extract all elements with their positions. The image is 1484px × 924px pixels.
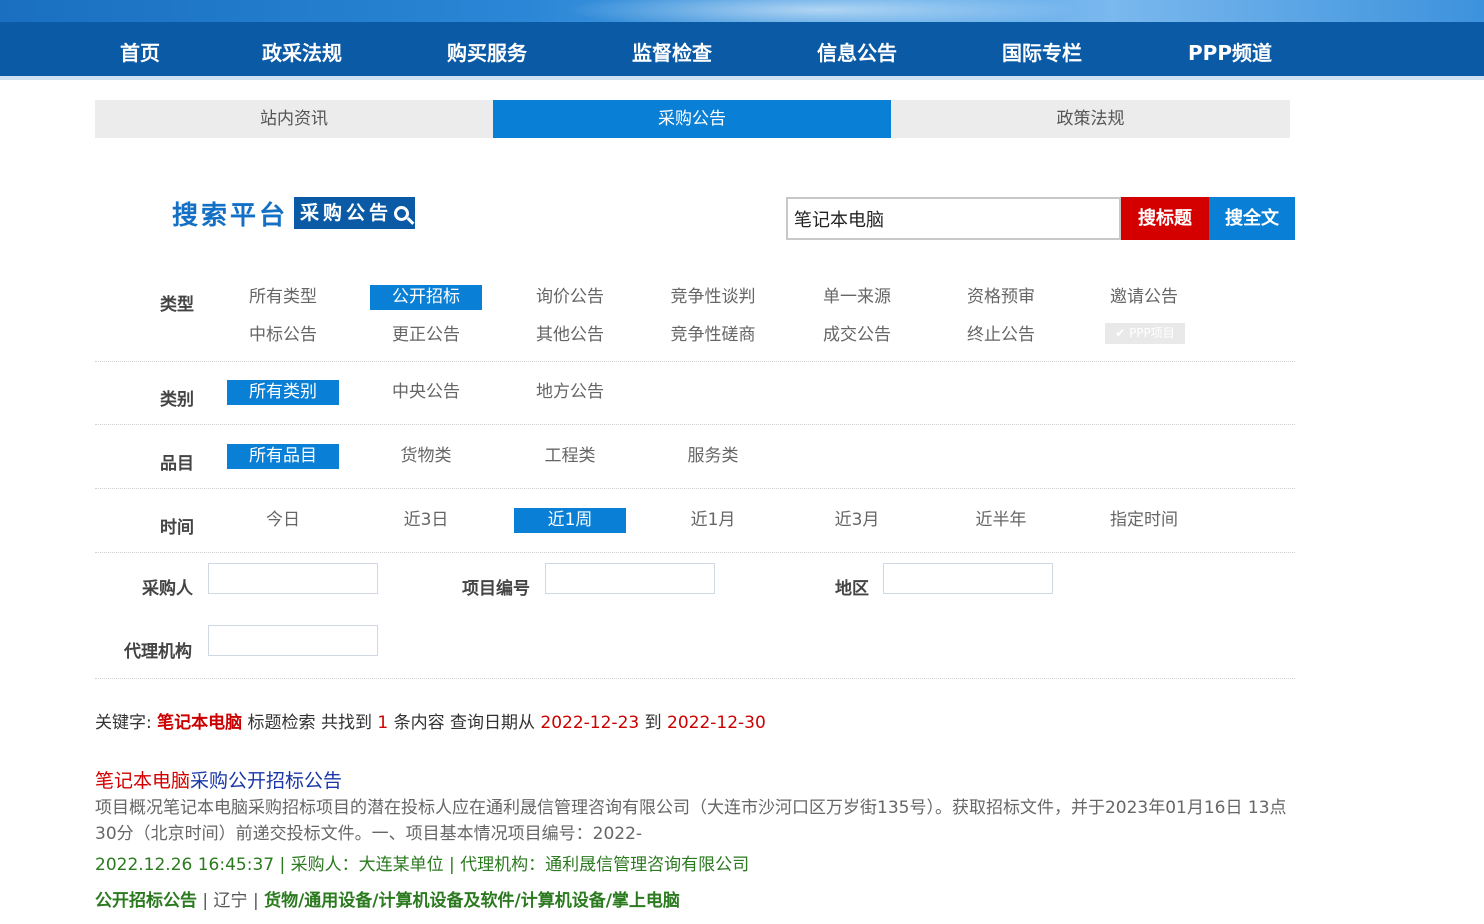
result-tags: 公开招标公告 | 辽宁 | 货物/通用设备/计算机设备及软件/计算机设备/掌上电… xyxy=(95,886,680,911)
result-meta: 2022.12.26 16:45:37 | 采购人：大连某单位 | 代理机构：通… xyxy=(95,855,750,875)
type-option-selected[interactable]: 公开招标 xyxy=(370,285,482,310)
item-option[interactable]: 货物类 xyxy=(370,444,482,469)
brand-subtitle-box: 采购公告 xyxy=(294,197,416,229)
search-icon xyxy=(394,205,410,221)
search-input[interactable] xyxy=(786,197,1121,240)
search-fulltext-button[interactable]: 搜全文 xyxy=(1209,197,1295,240)
summary-mode: 标题检索 共找到 xyxy=(247,713,372,733)
result-tag-type: 公开招标公告 xyxy=(95,891,197,911)
time-option[interactable]: 近半年 xyxy=(945,508,1057,533)
section-tabs: 站内资讯 采购公告 政策法规 xyxy=(95,100,1290,138)
type-option[interactable]: 成交公告 xyxy=(801,323,913,348)
type-option[interactable]: 询价公告 xyxy=(514,285,626,310)
summary-keyword: 笔记本电脑 xyxy=(157,713,243,733)
category-option-selected[interactable]: 所有类别 xyxy=(227,380,339,405)
time-option[interactable]: 指定时间 xyxy=(1088,508,1200,533)
tag-separator: | xyxy=(252,891,259,911)
item-option[interactable]: 服务类 xyxy=(657,444,769,469)
summary-count: 1 xyxy=(377,713,389,733)
type-option[interactable]: 资格预审 xyxy=(945,285,1057,310)
item-option-selected[interactable]: 所有品目 xyxy=(227,444,339,469)
summary-mid: 条内容 查询日期从 xyxy=(393,713,535,733)
type-option[interactable]: 终止公告 xyxy=(945,323,1057,348)
nav-item-supervision[interactable]: 监督检查 xyxy=(632,37,712,66)
summary-date-from: 2022-12-23 xyxy=(540,713,640,733)
summary-prefix: 关键字: xyxy=(95,713,152,733)
type-option[interactable]: 更正公告 xyxy=(370,323,482,348)
summary-to-word: 到 xyxy=(644,713,662,733)
time-option-selected[interactable]: 近1周 xyxy=(514,508,626,533)
search-platform-logo: 搜索平台 采购公告 xyxy=(172,195,416,231)
brand-title: 搜索平台 xyxy=(172,200,289,231)
project-no-input[interactable] xyxy=(545,563,715,594)
search-title-button[interactable]: 搜标题 xyxy=(1121,197,1209,240)
nav-item-international[interactable]: 国际专栏 xyxy=(1002,37,1082,66)
summary-date-to: 2022-12-30 xyxy=(667,713,766,733)
tab-site-news[interactable]: 站内资讯 xyxy=(95,100,493,138)
result-title-link[interactable]: 笔记本电脑采购公开招标公告 xyxy=(95,766,342,793)
tab-policies[interactable]: 政策法规 xyxy=(891,100,1290,138)
time-option[interactable]: 近3月 xyxy=(801,508,913,533)
category-option[interactable]: 地方公告 xyxy=(514,380,626,405)
field-label-project-no: 项目编号 xyxy=(462,579,530,599)
type-option-ppp[interactable]: ✔ PPP项目 xyxy=(1105,323,1185,344)
type-option[interactable]: 单一来源 xyxy=(801,285,913,310)
brand-subtitle: 采购公告 xyxy=(300,202,393,224)
divider xyxy=(95,552,1295,553)
nav-item-home[interactable]: 首页 xyxy=(120,37,160,66)
type-option[interactable]: 中标公告 xyxy=(227,323,339,348)
result-description: 项目概况笔记本电脑采购招标项目的潜在投标人应在通利晟信管理咨询有限公司（大连市沙… xyxy=(95,798,1287,844)
main-nav: 首页 政采法规 购买服务 监督检查 信息公告 国际专栏 PPP频道 xyxy=(0,22,1484,80)
time-option[interactable]: 近3日 xyxy=(370,508,482,533)
type-option[interactable]: 所有类型 xyxy=(227,285,339,310)
tag-separator: | xyxy=(202,891,209,911)
time-option[interactable]: 今日 xyxy=(227,508,339,533)
result-title-keyword: 笔记本电脑 xyxy=(95,770,191,792)
header-banner xyxy=(0,0,1484,24)
divider xyxy=(95,678,1295,679)
divider xyxy=(95,424,1295,425)
type-option[interactable]: 其他公告 xyxy=(514,323,626,348)
nav-item-regulations[interactable]: 政采法规 xyxy=(262,37,342,66)
filter-label-type: 类型 xyxy=(160,295,194,315)
result-title-rest: 采购公开招标公告 xyxy=(190,770,343,792)
type-option[interactable]: 竞争性谈判 xyxy=(657,285,769,310)
result-tag-category: 货物/通用设备/计算机设备及软件/计算机设备/掌上电脑 xyxy=(264,891,680,911)
tab-procurement-notices[interactable]: 采购公告 xyxy=(493,100,891,138)
type-option[interactable]: 邀请公告 xyxy=(1088,285,1200,310)
banner-decoration xyxy=(560,0,1080,24)
nav-item-services[interactable]: 购买服务 xyxy=(447,37,527,66)
filter-label-item: 品目 xyxy=(160,454,194,474)
category-option[interactable]: 中央公告 xyxy=(370,380,482,405)
region-input[interactable] xyxy=(883,563,1053,594)
result-tag-region: 辽宁 xyxy=(213,891,248,911)
agency-input[interactable] xyxy=(208,625,378,656)
nav-item-ppp[interactable]: PPP频道 xyxy=(1188,37,1272,66)
filter-label-time: 时间 xyxy=(160,518,194,538)
filter-label-category: 类别 xyxy=(160,390,194,410)
field-label-agency: 代理机构 xyxy=(124,642,192,662)
search-summary: 关键字: 笔记本电脑 标题检索 共找到 1 条内容 查询日期从 2022-12-… xyxy=(95,708,766,733)
item-option[interactable]: 工程类 xyxy=(514,444,626,469)
divider xyxy=(95,488,1295,489)
type-option[interactable]: 竞争性磋商 xyxy=(657,323,769,348)
divider xyxy=(95,361,1295,362)
time-option[interactable]: 近1月 xyxy=(657,508,769,533)
field-label-region: 地区 xyxy=(835,579,869,599)
nav-item-notices[interactable]: 信息公告 xyxy=(817,37,897,66)
purchaser-input[interactable] xyxy=(208,563,378,594)
field-label-purchaser: 采购人 xyxy=(142,579,193,599)
